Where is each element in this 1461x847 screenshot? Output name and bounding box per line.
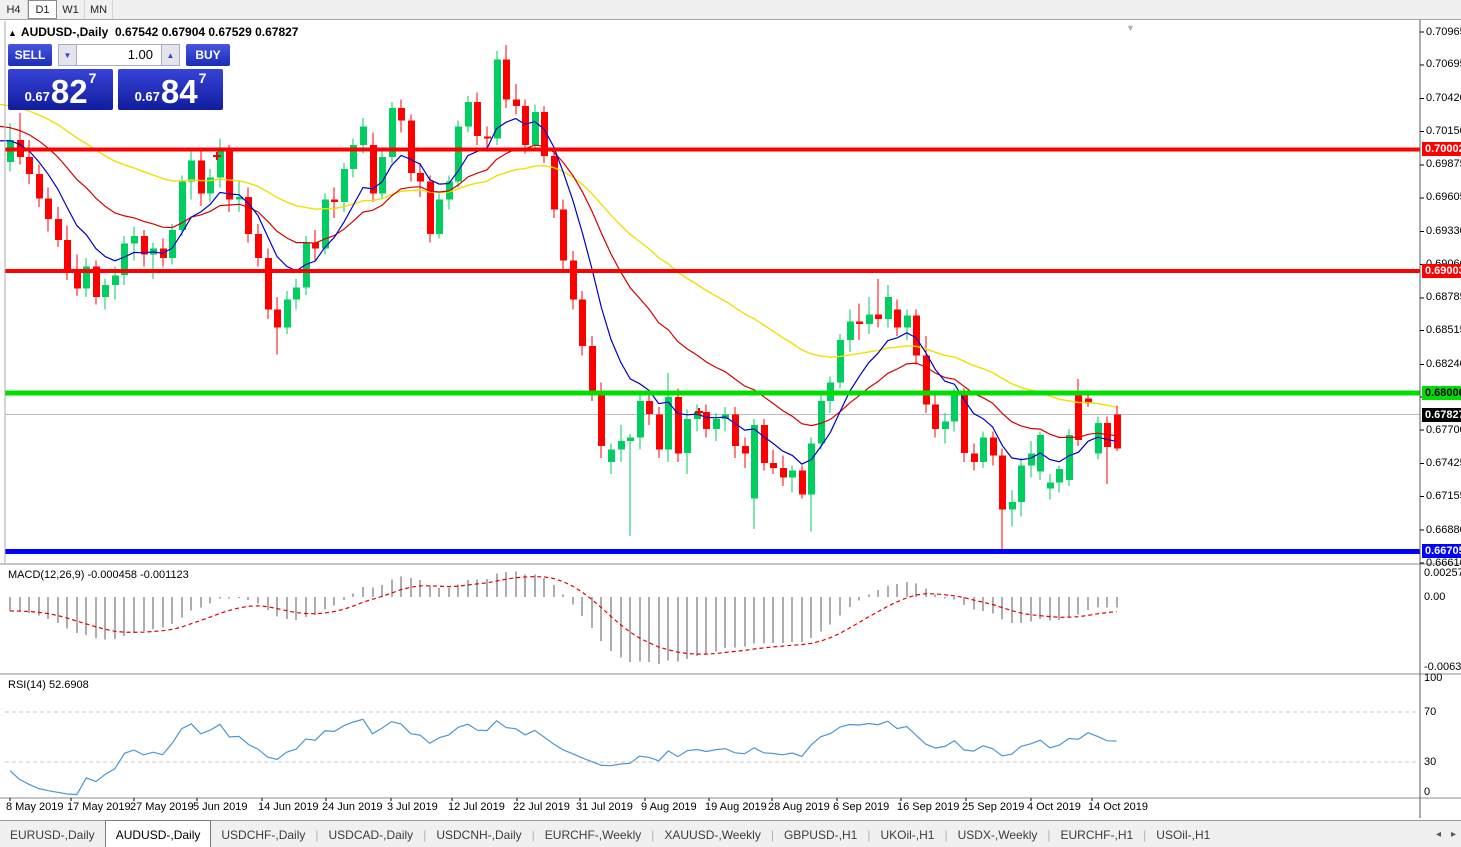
date-axis-label: 4 Oct 2019 [1027, 801, 1081, 813]
chart-tab-eurchf-weekly[interactable]: EURCHF-,Weekly [535, 821, 651, 847]
date-axis-label: 28 Aug 2019 [768, 801, 830, 813]
price-axis-label: 0.70695 [1426, 58, 1461, 71]
price-axis-label: 0.68515 [1426, 324, 1461, 337]
chart-tab-eurchf-h1[interactable]: EURCHF-,H1 [1051, 821, 1144, 847]
buy-price-prefix: 0.67 [134, 89, 160, 104]
date-axis-label: 8 May 2019 [6, 801, 64, 813]
buy-price-button[interactable]: 0.67 84 7 [118, 69, 223, 110]
date-axis-label: 14 Jun 2019 [258, 801, 319, 813]
sell-button[interactable]: SELL [8, 44, 52, 66]
scale-anchor-icon[interactable]: ▼ [1126, 23, 1135, 33]
sell-price-prefix: 0.67 [24, 89, 50, 104]
timeframe-button-h4[interactable]: H4 [0, 0, 28, 19]
timeframe-toolbar: H4 D1 W1 MN [0, 0, 1461, 20]
current-price-tag: 0.67827 [1422, 407, 1461, 422]
date-axis-label: 16 Sep 2019 [897, 801, 960, 813]
mt4-window: H4 D1 W1 MN ▲ AUDUSD-,Daily 0.67542 0.67904 … [0, 0, 1461, 847]
chart-tab-bar: EURUSD-,Daily AUDUSD-,Daily USDCHF-,Daily |… [0, 820, 1461, 847]
chart-canvas[interactable] [0, 0, 1461, 847]
price-axis-label: 0.69330 [1426, 224, 1461, 237]
chart-tab-ukoil-h1[interactable]: UKOil-,H1 [870, 821, 944, 847]
timeframe-button-w1[interactable]: W1 [57, 0, 85, 19]
chart-tab-usoil-h1[interactable]: USOil-,H1 [1146, 821, 1220, 847]
chart-tab-usdx-weekly[interactable]: USDX-,Weekly [948, 821, 1048, 847]
date-axis-label: 31 Jul 2019 [576, 801, 633, 813]
rsi-scale-label: 70 [1424, 706, 1437, 718]
chart-tab-usdchf-daily[interactable]: USDCHF-,Daily [211, 821, 315, 847]
price-line-tag: 0.68006 [1422, 385, 1461, 400]
rsi-scale-label: 100 [1424, 672, 1443, 684]
chart-title: ▲ AUDUSD-,Daily 0.67542 0.67904 0.67529 0… [8, 25, 298, 39]
ohlc-values: 0.67542 0.67904 0.67529 0.67827 [114, 25, 299, 39]
rsi-label: RSI(14) 52.6908 [8, 679, 89, 691]
date-axis-label: 19 Aug 2019 [705, 801, 767, 813]
price-line-tag: 0.66705 [1422, 544, 1461, 559]
tab-scroll-right-icon[interactable]: ▸ [1446, 829, 1461, 840]
price-axis-label: 0.69875 [1426, 158, 1461, 171]
macd-scale-label: 0.00 [1424, 591, 1446, 603]
rsi-scale-label: 0 [1424, 786, 1431, 798]
price-axis-label: 0.67700 [1426, 423, 1461, 436]
date-axis-label: 5 Jun 2019 [193, 801, 248, 813]
volume-input[interactable]: 1.00 [77, 44, 161, 66]
date-axis-label: 25 Sep 2019 [962, 801, 1025, 813]
macd-label: MACD(12,26,9) -0.000458 -0.001123 [8, 569, 189, 581]
collapse-icon[interactable]: ▲ [8, 28, 17, 38]
timeframe-button-d1[interactable]: D1 [28, 0, 57, 19]
price-axis-label: 0.67155 [1426, 490, 1461, 503]
rsi-scale-label: 30 [1424, 756, 1437, 768]
price-axis-label: 0.70420 [1426, 91, 1461, 104]
chart-tab-xauusd-weekly[interactable]: XAUUSD-,Weekly [654, 821, 770, 847]
buy-button[interactable]: BUY [186, 44, 230, 66]
chart-tab-usdcad-daily[interactable]: USDCAD-,Daily [319, 821, 424, 847]
macd-scale-label: 0.002574 [1424, 567, 1461, 579]
chart-tab-gbpusd-h1[interactable]: GBPUSD-,H1 [774, 821, 867, 847]
date-axis-label: 17 May 2019 [67, 801, 131, 813]
date-axis-label: 27 May 2019 [130, 801, 194, 813]
volume-increase-icon[interactable]: ▲ [161, 44, 180, 66]
date-axis-label: 22 Jul 2019 [513, 801, 570, 813]
sell-price-pip: 7 [88, 70, 97, 86]
price-axis-label: 0.70150 [1426, 124, 1461, 137]
price-line-tag: 0.70002 [1422, 142, 1461, 157]
price-axis-label: 0.67425 [1426, 457, 1461, 470]
one-click-trade-panel: SELL ▼ 1.00 ▲ BUY 0.67 82 7 0.67 84 7 [8, 44, 230, 110]
price-axis-label: 0.68240 [1426, 357, 1461, 370]
price-axis-label: 0.70965 [1426, 25, 1461, 38]
date-axis-label: 12 Jul 2019 [448, 801, 505, 813]
date-axis-label: 24 Jun 2019 [322, 801, 383, 813]
price-axis-label: 0.68785 [1426, 291, 1461, 304]
price-axis-label: 0.66880 [1426, 523, 1461, 536]
date-axis-label: 3 Jul 2019 [387, 801, 438, 813]
date-axis-label: 14 Oct 2019 [1088, 801, 1148, 813]
chart-tab-usdcnh-daily[interactable]: USDCNH-,Daily [426, 821, 531, 847]
buy-price-pip: 7 [198, 70, 207, 86]
sell-price-button[interactable]: 0.67 82 7 [8, 69, 113, 110]
chart-tab-audusd-daily[interactable]: AUDUSD-,Daily [104, 820, 212, 847]
price-line-tag: 0.69003 [1422, 264, 1461, 279]
buy-price-big: 84 [160, 73, 198, 110]
timeframe-button-mn[interactable]: MN [85, 0, 113, 19]
symbol-label: AUDUSD-,Daily [20, 25, 109, 39]
date-axis-label: 9 Aug 2019 [641, 801, 697, 813]
chart-tab-eurusd-daily[interactable]: EURUSD-,Daily [0, 821, 105, 847]
price-axis-label: 0.69605 [1426, 191, 1461, 204]
volume-decrease-icon[interactable]: ▼ [58, 44, 77, 66]
sell-price-big: 82 [50, 73, 88, 110]
tab-scroll-left-icon[interactable]: ◂ [1431, 829, 1446, 840]
date-axis-label: 6 Sep 2019 [833, 801, 890, 813]
